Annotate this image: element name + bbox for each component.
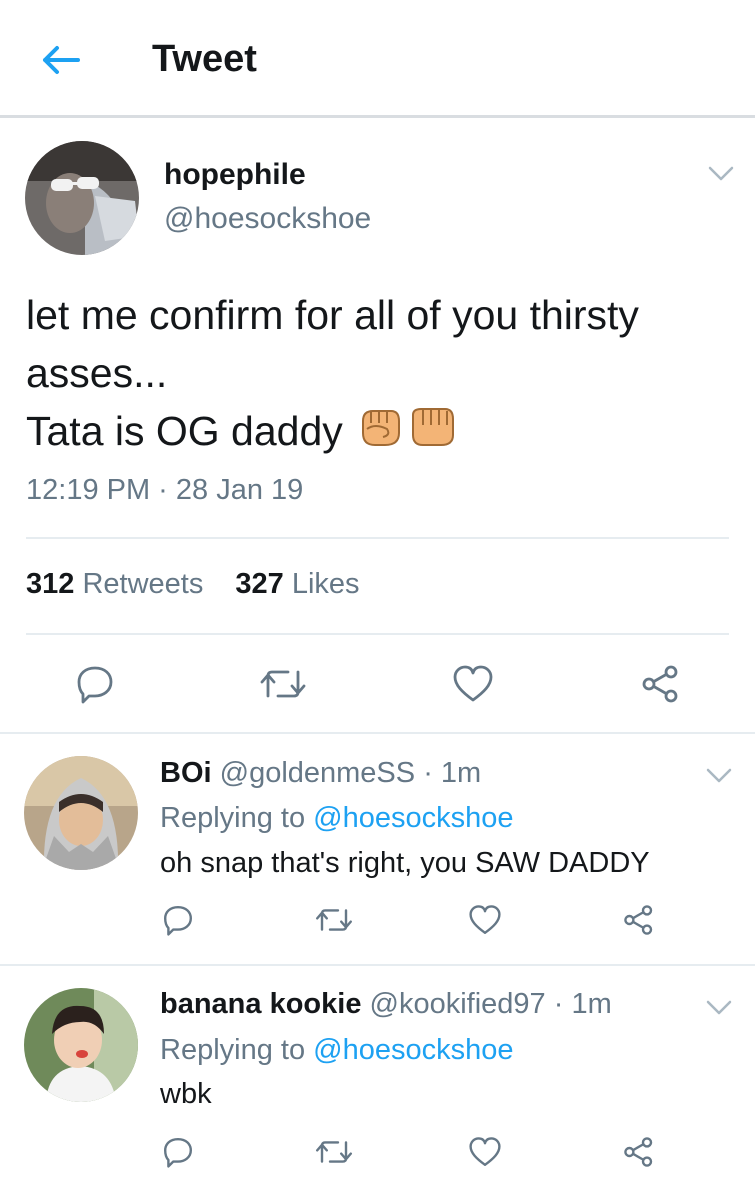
top-bar: Tweet xyxy=(0,0,755,118)
raised-fist-emoji-icon xyxy=(361,409,400,446)
likes-label: Likes xyxy=(291,568,360,600)
tweet-timestamp[interactable]: 12:19 PM · 28 Jan 19 xyxy=(26,474,303,507)
retweets-stat[interactable]: 312 Retweets xyxy=(26,568,203,600)
reply-author-handle[interactable]: @goldenmeSS xyxy=(220,757,416,789)
reply-text: wbk xyxy=(160,1078,212,1110)
reply-time: · 1m xyxy=(553,988,612,1020)
retweets-label: Retweets xyxy=(82,568,204,600)
retweet-icon[interactable] xyxy=(258,664,308,704)
tweet-text: let me confirm for all of you thirsty as… xyxy=(26,286,741,464)
chevron-down-icon[interactable] xyxy=(706,768,732,784)
replying-to-mention[interactable]: @hoesockshoe xyxy=(313,802,513,834)
reply-avatar[interactable] xyxy=(24,756,138,870)
tweet-stats: 312 Retweets 327 Likes xyxy=(26,568,384,601)
like-heart-icon[interactable] xyxy=(452,664,494,704)
reply-header: banana kookie @kookified97 · 1m xyxy=(160,988,612,1021)
tweet-text-line-with-emoji: Tata is OG daddy xyxy=(26,402,741,464)
replying-to-label: Replying to xyxy=(160,802,306,834)
share-icon[interactable] xyxy=(622,1136,656,1168)
reply-avatar[interactable] xyxy=(24,988,138,1102)
separator xyxy=(0,732,755,734)
reply-time: · 1m xyxy=(423,757,482,789)
author-avatar[interactable] xyxy=(25,141,139,255)
share-icon[interactable] xyxy=(622,904,656,936)
emoji-group xyxy=(357,405,457,464)
replying-to-mention[interactable]: @hoesockshoe xyxy=(313,1034,513,1066)
like-heart-icon[interactable] xyxy=(468,904,502,936)
author-name[interactable]: hopephile xyxy=(164,158,306,192)
reply-author-handle[interactable]: @kookified97 xyxy=(370,988,546,1020)
replying-to-label: Replying to xyxy=(160,1034,306,1066)
page-title: Tweet xyxy=(152,38,257,80)
chevron-down-icon[interactable] xyxy=(706,1000,732,1016)
retweets-count: 312 xyxy=(26,568,75,600)
reply-text: oh snap that's right, you SAW DADDY xyxy=(160,847,650,879)
likes-stat[interactable]: 327 Likes xyxy=(235,568,359,600)
reply-icon[interactable] xyxy=(75,664,115,704)
divider xyxy=(26,633,729,635)
replying-to: Replying to @hoesockshoe xyxy=(160,1034,514,1067)
like-heart-icon[interactable] xyxy=(468,1136,502,1168)
back-arrow-icon[interactable] xyxy=(40,44,80,76)
retweet-icon[interactable] xyxy=(314,1136,354,1168)
tweet-text-line: asses... xyxy=(26,350,168,396)
share-icon[interactable] xyxy=(640,664,682,704)
likes-count: 327 xyxy=(235,568,284,600)
replying-to: Replying to @hoesockshoe xyxy=(160,802,514,835)
oncoming-fist-emoji-icon xyxy=(411,407,454,446)
divider xyxy=(26,537,729,539)
reply-author-name[interactable]: banana kookie xyxy=(160,988,361,1020)
chevron-down-icon[interactable] xyxy=(708,166,734,182)
author-handle[interactable]: @hoesockshoe xyxy=(164,202,371,236)
reply-author-name[interactable]: BOi xyxy=(160,757,212,789)
retweet-icon[interactable] xyxy=(314,904,354,936)
tweet-text-line: let me confirm for all of you thirsty xyxy=(26,292,639,338)
reply-icon[interactable] xyxy=(162,904,194,936)
reply-icon[interactable] xyxy=(162,1136,194,1168)
reply-header: BOi @goldenmeSS · 1m xyxy=(160,757,481,790)
separator xyxy=(0,964,755,966)
